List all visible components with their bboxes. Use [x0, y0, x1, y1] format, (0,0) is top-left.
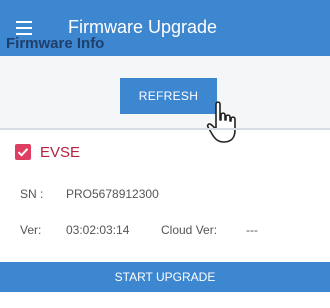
start-upgrade-button[interactable]: START UPGRADE: [0, 262, 330, 292]
version-label: Ver:: [20, 223, 42, 237]
cloud-version-value: ---: [246, 223, 258, 237]
sn-value: PRO5678912300: [66, 187, 159, 201]
refresh-button[interactable]: REFRESH: [120, 78, 217, 114]
firmware-info-label: Firmware Info: [6, 35, 105, 52]
sn-label: SN :: [20, 187, 44, 201]
check-icon: [17, 148, 29, 157]
menu-icon[interactable]: [16, 21, 32, 35]
version-value: 03:02:03:14: [66, 223, 130, 237]
cloud-version-label: Cloud Ver:: [161, 223, 218, 237]
divider: [0, 128, 330, 130]
evse-label: EVSE: [40, 144, 81, 161]
hand-cursor-icon: [206, 101, 236, 143]
evse-checkbox[interactable]: [15, 144, 31, 160]
